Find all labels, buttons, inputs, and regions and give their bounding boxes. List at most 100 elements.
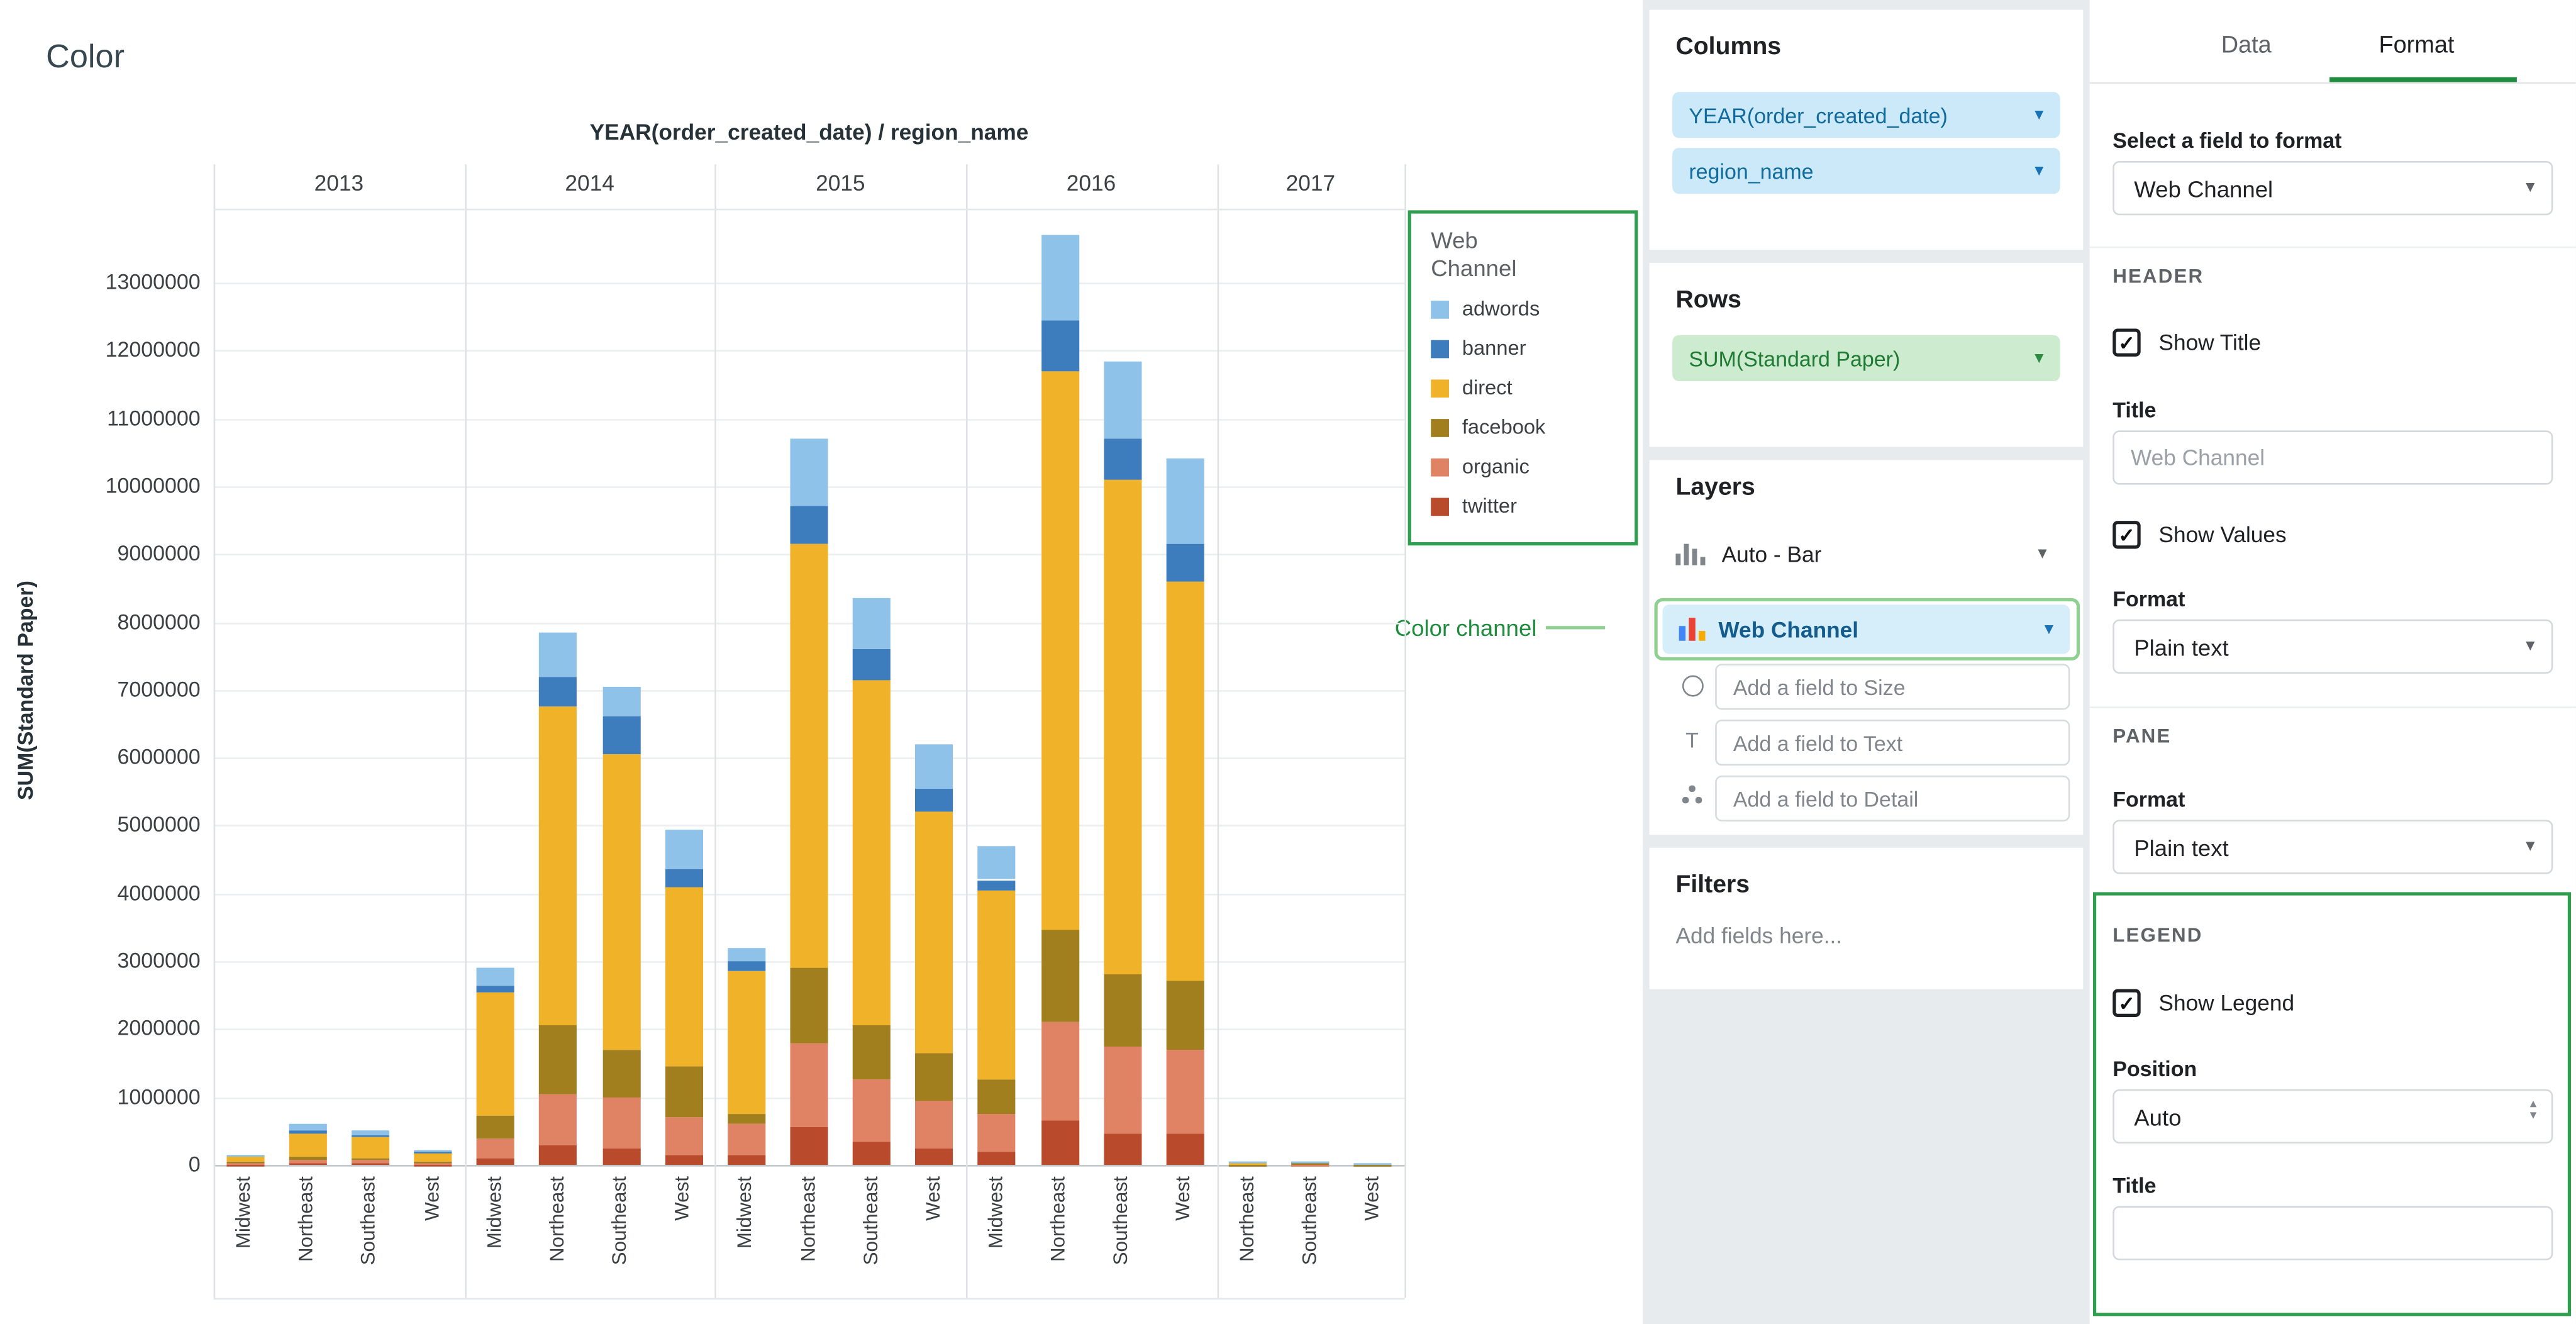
bar-segment-direct[interactable]: [414, 1152, 452, 1161]
bar-segment-twitter[interactable]: [853, 1141, 891, 1165]
bar-segment-adwords[interactable]: [1166, 459, 1204, 544]
legend-item[interactable]: facebook: [1431, 416, 1615, 439]
bar-segment-twitter[interactable]: [978, 1151, 1016, 1165]
layer-type-dropdown[interactable]: Auto - Bar ▾: [1663, 529, 2070, 578]
bar-segment-twitter[interactable]: [602, 1148, 640, 1165]
bar-segment-facebook[interactable]: [352, 1158, 389, 1160]
text-drop-target[interactable]: Add a field to Text: [1715, 720, 2070, 765]
bar-segment-direct[interactable]: [978, 890, 1016, 1080]
bar-segment-banner[interactable]: [414, 1151, 452, 1152]
bar-segment-direct[interactable]: [916, 812, 953, 1053]
bar-segment-organic[interactable]: [853, 1080, 891, 1141]
bar-segment-organic[interactable]: [665, 1118, 702, 1155]
bar-segment-organic[interactable]: [477, 1139, 514, 1158]
bar-segment-twitter[interactable]: [1166, 1134, 1204, 1165]
bar-segment-banner[interactable]: [540, 676, 577, 707]
bar-segment-banner[interactable]: [1041, 320, 1079, 371]
bar-segment-facebook[interactable]: [1104, 975, 1141, 1046]
bar-segment-facebook[interactable]: [853, 1026, 891, 1080]
bar-segment-adwords[interactable]: [853, 598, 891, 649]
legend-item[interactable]: banner: [1431, 337, 1615, 360]
bar-segment-organic[interactable]: [414, 1162, 452, 1164]
bar-segment-adwords[interactable]: [1104, 360, 1141, 438]
bar-segment-adwords[interactable]: [289, 1124, 326, 1131]
bar-segment-adwords[interactable]: [916, 744, 953, 788]
bar-segment-adwords[interactable]: [352, 1131, 389, 1135]
bar-segment-adwords[interactable]: [1041, 235, 1079, 320]
legend-title-input[interactable]: [2112, 1206, 2553, 1260]
detail-drop-target[interactable]: Add a field to Detail: [1715, 776, 2070, 821]
bar-segment-organic[interactable]: [289, 1159, 326, 1162]
bar-segment-organic[interactable]: [226, 1163, 264, 1164]
bar-segment-banner[interactable]: [1104, 438, 1141, 479]
bar-segment-direct[interactable]: [602, 754, 640, 1049]
tab-data[interactable]: Data: [2221, 33, 2272, 59]
bar-segment-adwords[interactable]: [790, 438, 828, 506]
bar-segment-banner[interactable]: [728, 961, 765, 971]
bar-segment-adwords[interactable]: [1292, 1161, 1330, 1162]
bar-segment-direct[interactable]: [1166, 581, 1204, 982]
bar-segment-direct[interactable]: [665, 887, 702, 1067]
bar-segment-direct[interactable]: [226, 1156, 264, 1162]
show-title-checkbox[interactable]: ✓: [2112, 328, 2140, 356]
bar-segment-organic[interactable]: [540, 1094, 577, 1145]
bar-segment-facebook[interactable]: [978, 1080, 1016, 1114]
bar-segment-twitter[interactable]: [414, 1164, 452, 1165]
bar-segment-organic[interactable]: [1041, 1022, 1079, 1120]
legend-item[interactable]: organic: [1431, 455, 1615, 479]
bar-segment-banner[interactable]: [853, 649, 891, 680]
bar-segment-twitter[interactable]: [540, 1145, 577, 1165]
bar-segment-facebook[interactable]: [1041, 931, 1079, 1023]
bar-segment-facebook[interactable]: [540, 1026, 577, 1094]
legend-position-dropdown[interactable]: Auto ▴▾: [2112, 1089, 2553, 1143]
bar-segment-direct[interactable]: [477, 992, 514, 1115]
bar-segment-twitter[interactable]: [226, 1164, 264, 1165]
bar-segment-organic[interactable]: [916, 1101, 953, 1149]
bar-segment-banner[interactable]: [477, 985, 514, 992]
bar-segment-banner[interactable]: [352, 1135, 389, 1138]
row-pill-sum-standard-paper[interactable]: SUM(Standard Paper) ▾: [1672, 335, 2060, 381]
bar-segment-facebook[interactable]: [602, 1050, 640, 1098]
legend-item[interactable]: direct: [1431, 376, 1615, 399]
show-values-checkbox[interactable]: ✓: [2112, 521, 2140, 548]
bar-segment-organic[interactable]: [1104, 1046, 1141, 1134]
bar-segment-twitter[interactable]: [1104, 1134, 1141, 1165]
bar-segment-twitter[interactable]: [1041, 1121, 1079, 1165]
bar-segment-banner[interactable]: [978, 880, 1016, 890]
bar-segment-facebook[interactable]: [665, 1067, 702, 1118]
bar-segment-direct[interactable]: [352, 1138, 389, 1158]
bar-segment-adwords[interactable]: [602, 686, 640, 717]
bar-segment-twitter[interactable]: [916, 1148, 953, 1165]
bar-segment-banner[interactable]: [289, 1131, 326, 1134]
filters-drop-target[interactable]: Add fields here...: [1675, 923, 1842, 948]
bar-segment-banner[interactable]: [1166, 544, 1204, 581]
bar-segment-facebook[interactable]: [790, 968, 828, 1043]
bar-segment-facebook[interactable]: [477, 1115, 514, 1139]
bar-segment-banner[interactable]: [916, 788, 953, 812]
tab-format[interactable]: Format: [2379, 33, 2454, 59]
bar-segment-direct[interactable]: [1292, 1162, 1330, 1164]
bar-segment-direct[interactable]: [790, 544, 828, 968]
column-pill-region-name[interactable]: region_name ▾: [1672, 148, 2060, 194]
bar-segment-facebook[interactable]: [226, 1162, 264, 1163]
bar-segment-adwords[interactable]: [665, 829, 702, 870]
bar-segment-organic[interactable]: [978, 1114, 1016, 1151]
bar-segment-organic[interactable]: [602, 1097, 640, 1148]
bar-segment-twitter[interactable]: [790, 1128, 828, 1165]
bar-segment-twitter[interactable]: [728, 1155, 765, 1165]
bar-segment-banner[interactable]: [226, 1155, 264, 1156]
bar-segment-direct[interactable]: [1355, 1163, 1392, 1164]
bar-segment-banner[interactable]: [665, 870, 702, 887]
column-pill-year-order-created-date[interactable]: YEAR(order_created_date) ▾: [1672, 92, 2060, 138]
bar-segment-facebook[interactable]: [916, 1053, 953, 1101]
bar-segment-organic[interactable]: [728, 1124, 765, 1155]
bar-segment-organic[interactable]: [1292, 1164, 1330, 1165]
bar-segment-direct[interactable]: [289, 1134, 326, 1157]
bar-segment-organic[interactable]: [352, 1160, 389, 1163]
bar-segment-direct[interactable]: [1104, 479, 1141, 975]
bar-segment-twitter[interactable]: [289, 1163, 326, 1165]
color-channel-field[interactable]: Web Channel ▾: [1663, 604, 2070, 654]
bar-segment-facebook[interactable]: [289, 1157, 326, 1159]
bar-segment-direct[interactable]: [728, 972, 765, 1115]
legend-item[interactable]: twitter: [1431, 494, 1615, 518]
